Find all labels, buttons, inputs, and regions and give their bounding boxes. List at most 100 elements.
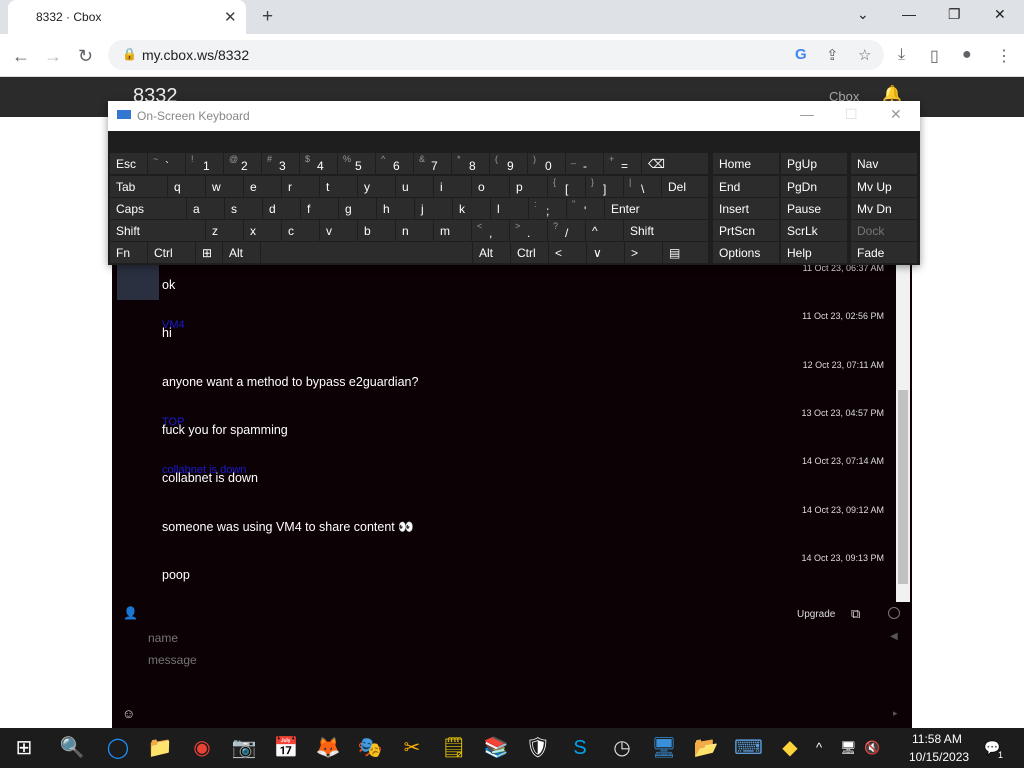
osk-key[interactable]: ! 1: [186, 153, 223, 174]
osk-key[interactable]: q: [168, 176, 205, 197]
osk-key[interactable]: <,: [472, 220, 509, 241]
osk-key[interactable]: >: [625, 242, 662, 263]
clock-time[interactable]: 11:58 AM: [912, 732, 962, 746]
osk-key[interactable]: $4: [300, 153, 337, 174]
close-window-icon[interactable]: ✕: [994, 6, 1006, 23]
arrow-icon[interactable]: ▸: [893, 708, 898, 719]
osk-nav-key[interactable]: Pause: [781, 198, 847, 219]
osk-key[interactable]: b: [358, 220, 395, 241]
back-icon[interactable]: ←: [12, 46, 30, 67]
osk-key[interactable]: g: [339, 198, 376, 219]
taskbar-app-icon[interactable]: ◉: [188, 734, 216, 762]
osk-nav-key[interactable]: PgDn: [781, 176, 847, 197]
osk-close-icon[interactable]: ✕: [890, 106, 902, 123]
osk-key[interactable]: & 7: [414, 153, 451, 174]
osk-key[interactable]: (9: [490, 153, 527, 174]
clock-date[interactable]: 10/15/2023: [909, 750, 969, 764]
osk-key[interactable]: d: [263, 198, 300, 219]
osk-key[interactable]: _ -: [566, 153, 603, 174]
menu-icon[interactable]: ⋮: [996, 46, 1012, 66]
osk-nav-key[interactable]: ScrLk: [781, 220, 847, 241]
star-icon[interactable]: ☆: [858, 46, 871, 64]
osk-key[interactable]: [261, 242, 472, 263]
taskbar-app-icon[interactable]: ◯: [104, 734, 132, 762]
taskbar-app-icon[interactable]: 🎭: [356, 734, 384, 762]
osk-key[interactable]: Ctrl: [148, 242, 195, 263]
url-text[interactable]: my.cbox.ws/8332: [142, 47, 249, 63]
osk-key[interactable]: c: [282, 220, 319, 241]
osk-key[interactable]: ⊞: [196, 242, 222, 263]
osk-key[interactable]: <: [549, 242, 586, 263]
profile-icon[interactable]: ●: [962, 46, 972, 64]
osk-key[interactable]: ∨: [587, 242, 624, 263]
osk-key[interactable]: t: [320, 176, 357, 197]
osk-nav-key[interactable]: Mv Up: [851, 176, 917, 197]
osk-maximize-icon[interactable]: ☐: [845, 106, 858, 123]
user-icon[interactable]: 👤: [123, 606, 138, 620]
message-input[interactable]: [146, 652, 750, 668]
close-tab-icon[interactable]: ✕: [224, 8, 237, 26]
taskbar-app-icon[interactable]: S: [566, 734, 594, 762]
taskbar-app-icon[interactable]: 🗒: [440, 734, 468, 762]
download-icon[interactable]: ⤓: [898, 46, 905, 64]
osk-key[interactable]: Ctrl: [511, 242, 548, 263]
taskbar-app-icon[interactable]: 📚: [482, 734, 510, 762]
osk-nav-key[interactable]: Help: [781, 242, 847, 263]
osk-nav-key[interactable]: Mv Dn: [851, 198, 917, 219]
osk-key[interactable]: v: [320, 220, 357, 241]
smiley-icon[interactable]: ☺: [122, 706, 135, 721]
osk-key[interactable]: + =: [604, 153, 641, 174]
taskbar-app-icon[interactable]: 🖥: [650, 734, 678, 762]
volume-icon[interactable]: 🔇: [864, 740, 880, 756]
taskbar-app-icon[interactable]: ⌨: [734, 734, 763, 762]
osk-key[interactable]: Tab: [110, 176, 167, 197]
osk-key[interactable]: Fn: [110, 242, 147, 263]
osk-key[interactable]: k: [453, 198, 490, 219]
send-icon[interactable]: ◀: [890, 631, 898, 642]
osk-key[interactable]: s: [225, 198, 262, 219]
status-icon[interactable]: [888, 607, 900, 619]
osk-key[interactable]: f: [301, 198, 338, 219]
new-tab-icon[interactable]: +: [262, 6, 273, 28]
osk-key[interactable]: Esc: [110, 153, 147, 174]
osk-key[interactable]: Caps: [110, 198, 186, 219]
osk-key[interactable]: ? /: [548, 220, 585, 241]
google-icon[interactable]: G: [795, 46, 807, 63]
taskbar-app-icon[interactable]: 📅: [272, 734, 300, 762]
tab-search-icon[interactable]: ⌄: [857, 6, 869, 23]
osk-key[interactable]: o: [472, 176, 509, 197]
taskbar-app-icon[interactable]: 🛡: [524, 734, 552, 762]
osk-key[interactable]: x: [244, 220, 281, 241]
osk-key[interactable]: ^ 6: [376, 153, 413, 174]
taskbar-app-icon[interactable]: ⊞: [10, 734, 38, 762]
osk-nav-key[interactable]: PrtScn: [713, 220, 779, 241]
side-panel-icon[interactable]: ▯: [930, 46, 939, 66]
osk-key[interactable]: i: [434, 176, 471, 197]
scrollbar-thumb[interactable]: [898, 390, 908, 584]
osk-key[interactable]: z: [206, 220, 243, 241]
osk-key[interactable]: ~ `: [148, 153, 185, 174]
osk-nav-key[interactable]: Fade: [851, 242, 917, 263]
taskbar-app-icon[interactable]: 📁: [146, 734, 174, 762]
osk-key[interactable]: Enter: [605, 198, 708, 219]
osk-key[interactable]: r: [282, 176, 319, 197]
taskbar-app-icon[interactable]: ✂: [398, 734, 426, 762]
forward-icon[interactable]: →: [44, 46, 62, 67]
osk-key[interactable]: ⌫: [642, 153, 708, 174]
osk-key[interactable]: | \: [624, 176, 661, 197]
taskbar-app-icon[interactable]: 🔍: [58, 734, 86, 762]
osk-key[interactable]: h: [377, 198, 414, 219]
osk-key[interactable]: y: [358, 176, 395, 197]
lock-icon[interactable]: 🔒: [122, 47, 137, 61]
upgrade-link[interactable]: Upgrade: [797, 609, 835, 620]
tray-chevron-icon[interactable]: ^: [816, 740, 822, 755]
osk-key[interactable]: #3: [262, 153, 299, 174]
osk-key[interactable]: Alt: [473, 242, 510, 263]
osk-key[interactable]: Del: [662, 176, 708, 197]
popout-icon[interactable]: ⧉: [851, 606, 860, 622]
share-icon[interactable]: ⇪: [826, 46, 839, 64]
osk-key[interactable]: p: [510, 176, 547, 197]
taskbar-app-icon[interactable]: 📂: [692, 734, 720, 762]
osk-key[interactable]: ^: [586, 220, 623, 241]
minimize-icon[interactable]: —: [902, 6, 916, 22]
